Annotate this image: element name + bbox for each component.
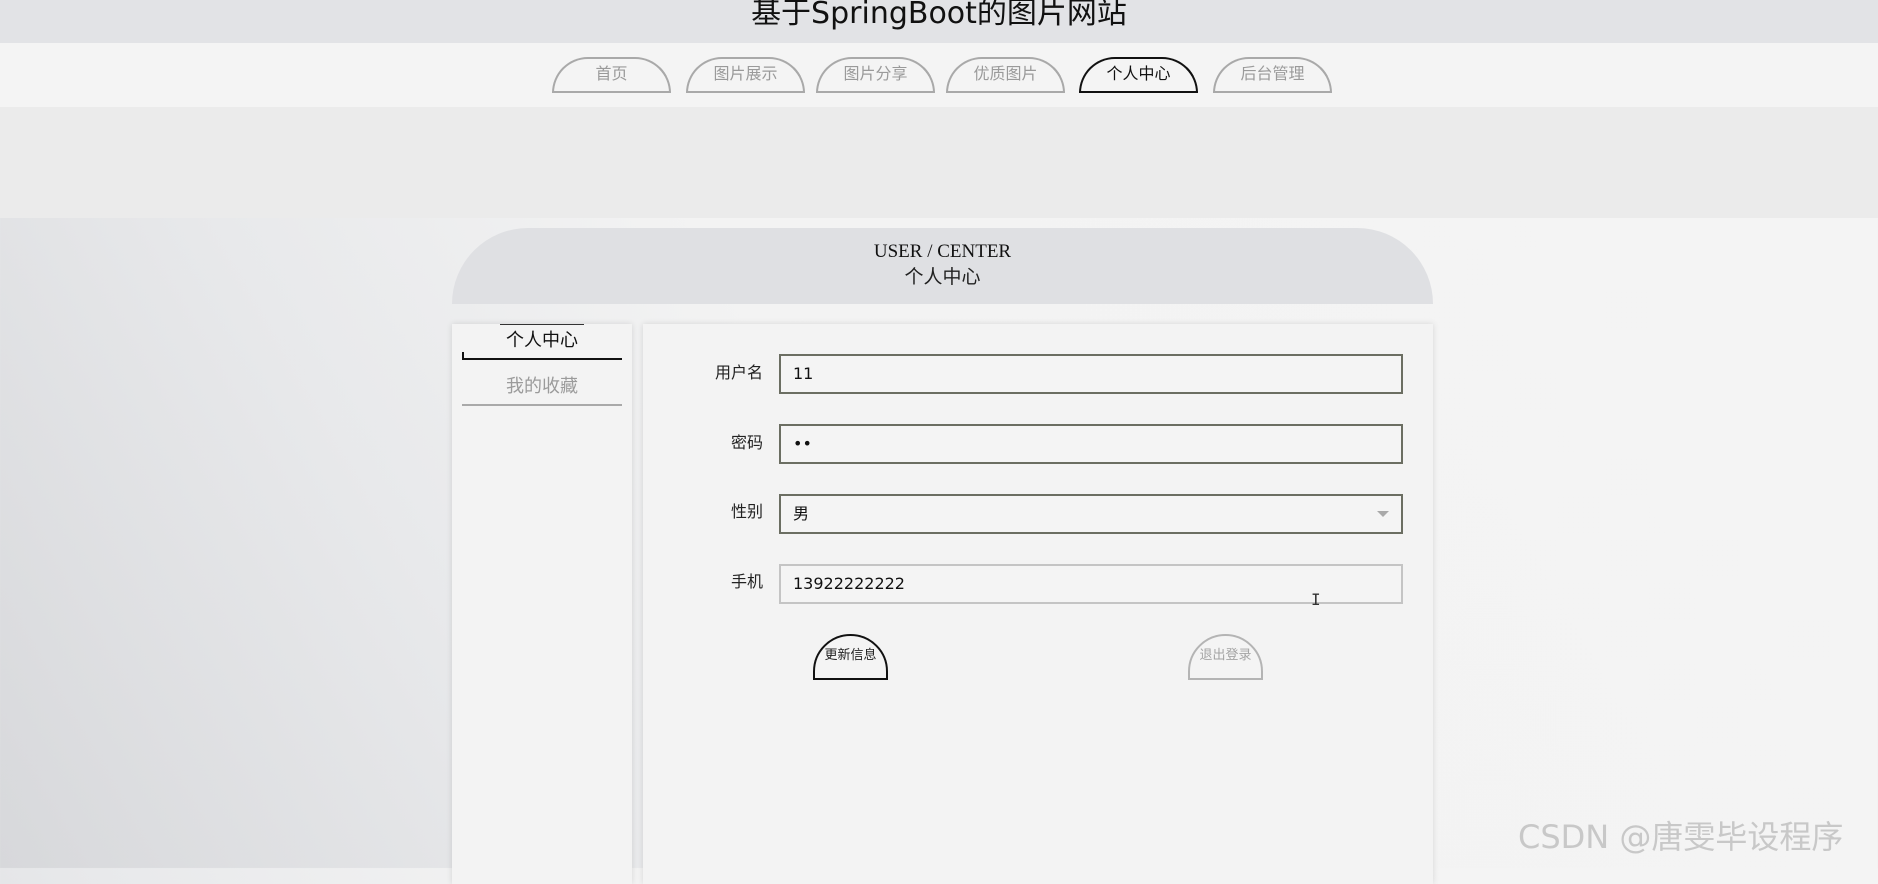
watermark: CSDN @唐雯毕设程序 — [1518, 818, 1844, 856]
nav-item-user-center[interactable]: 个人中心 — [1079, 57, 1198, 93]
logout-button[interactable]: 退出登录 — [1188, 634, 1263, 680]
title-bar: 基于SpringBoot的图片网站 — [0, 0, 1878, 43]
main-nav: 首页 图片展示 图片分享 优质图片 个人中心 后台管理 — [0, 43, 1878, 107]
username-field[interactable]: 11 — [779, 354, 1403, 394]
phone-label: 手机 — [730, 572, 763, 591]
user-center-title-cn: 个人中心 — [904, 267, 981, 288]
user-center-header: USER / CENTER 个人中心 — [452, 228, 1433, 304]
nav-item-image-share[interactable]: 图片分享 — [816, 57, 935, 93]
banner — [0, 107, 1878, 218]
nav-item-admin[interactable]: 后台管理 — [1213, 57, 1332, 93]
password-field[interactable]: •• — [779, 424, 1403, 464]
gender-select[interactable]: 男 — [779, 494, 1403, 534]
nav-item-image-gallery[interactable]: 图片展示 — [686, 57, 805, 93]
sidebar: 个人中心 我的收藏 — [452, 324, 632, 884]
password-label: 密码 — [730, 433, 763, 452]
site-title: 基于SpringBoot的图片网站 — [751, 0, 1127, 31]
sidebar-item-my-favorites[interactable]: 我的收藏 — [462, 370, 622, 406]
chevron-down-icon — [1377, 511, 1389, 517]
username-label: 用户名 — [714, 363, 763, 382]
nav-item-quality-images[interactable]: 优质图片 — [946, 57, 1065, 93]
phone-field-value: 13922222222 — [793, 574, 905, 593]
gender-label: 性别 — [730, 502, 763, 521]
phone-field[interactable]: 13922222222 I — [779, 564, 1403, 609]
gender-select-value: 男 — [793, 504, 810, 523]
text-cursor-icon: I — [1311, 590, 1321, 609]
profile-form-panel: 用户名 11 密码 •• 性别 男 手机 13922222222 I 更新信息 … — [643, 324, 1433, 884]
sidebar-item-user-center[interactable]: 个人中心 — [462, 324, 622, 360]
nav-item-home[interactable]: 首页 — [552, 57, 671, 93]
update-info-button[interactable]: 更新信息 — [813, 634, 888, 680]
user-center-title-en: USER / CENTER — [873, 241, 1012, 262]
